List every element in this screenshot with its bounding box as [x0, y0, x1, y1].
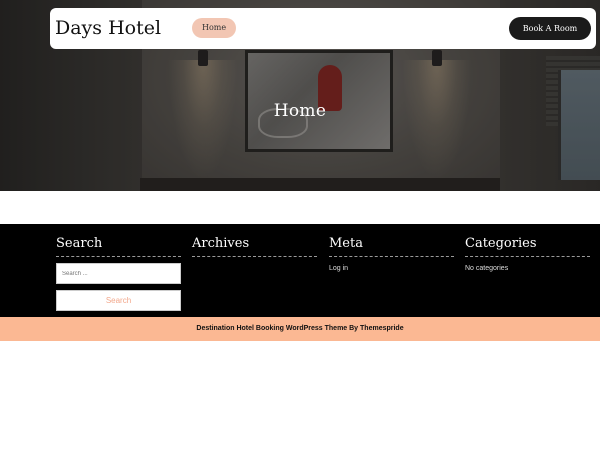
- widget-categories-title: Categories: [465, 236, 590, 257]
- footer-credit-text[interactable]: Destination Hotel Booking WordPress Them…: [196, 325, 403, 332]
- footer-widgets: Search Search Archives Meta Log in Categ…: [0, 224, 600, 317]
- nav-item-home[interactable]: Home: [192, 18, 237, 38]
- categories-empty-text: No categories: [465, 265, 509, 272]
- footer-credit-bar: Destination Hotel Booking WordPress Them…: [0, 317, 600, 341]
- widget-archives: Archives: [192, 236, 317, 257]
- site-title[interactable]: Days Hotel: [55, 17, 161, 39]
- search-input[interactable]: [56, 263, 181, 284]
- page-title: Home: [273, 101, 327, 121]
- widget-meta-title: Meta: [329, 236, 454, 257]
- book-a-room-button[interactable]: Book A Room: [509, 17, 591, 40]
- widget-archives-title: Archives: [192, 236, 317, 257]
- search-button[interactable]: Search: [56, 290, 181, 311]
- widget-categories: Categories No categories: [465, 236, 590, 272]
- widget-search-title: Search: [56, 236, 181, 257]
- widget-search: Search Search: [56, 236, 181, 311]
- meta-link-login[interactable]: Log in: [329, 265, 454, 272]
- widget-meta: Meta Log in: [329, 236, 454, 272]
- site-header: Days Hotel Home Book A Room: [50, 8, 596, 49]
